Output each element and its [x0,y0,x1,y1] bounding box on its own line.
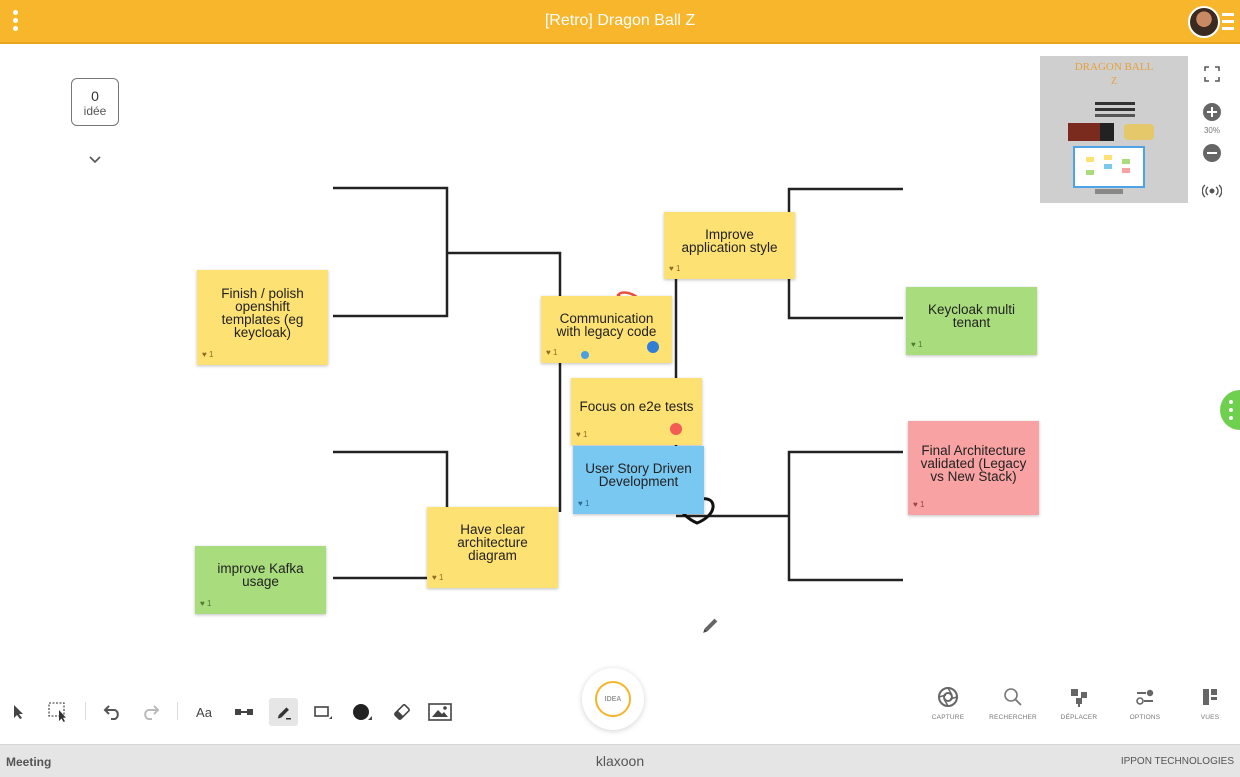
pencil-cursor-icon [703,618,718,633]
like-count: ♥ 1 [913,500,925,509]
undo-icon[interactable] [98,698,126,726]
move-icon [1071,689,1087,707]
svg-text:Z: Z [1111,76,1117,87]
sticky-note[interactable]: Final Architecture validated (Legacy vs … [908,421,1039,515]
search-icon [1004,688,1022,706]
fullscreen-icon[interactable] [1198,60,1226,88]
klaxoon-logo: klaxoon [595,753,645,769]
image-icon[interactable] [426,698,454,726]
sticky-note[interactable]: improve Kafka usage ♥ 1 [195,546,326,614]
capture-button[interactable]: CAPTURE [918,686,978,721]
text-tool[interactable]: Aa [190,698,218,726]
views-icon [1203,689,1217,705]
minimap[interactable]: DRAGON BALL Z [1040,56,1188,203]
eraser-icon[interactable] [388,698,416,726]
sticky-note[interactable]: Communication with legacy code ♥ 1 [541,296,672,363]
footer-bar: Meeting klaxoon IPPON TECHNOLOGIES [0,744,1240,777]
search-button[interactable]: RECHERCHER [983,686,1043,721]
like-count: ♥ 1 [202,350,214,359]
sticky-note[interactable]: Keycloak multi tenant ♥ 1 [906,287,1037,355]
like-count: ♥ 1 [432,573,444,582]
move-button[interactable]: DÉPLACER [1049,686,1109,721]
like-count: ♥ 1 [546,348,558,357]
svg-text:DRAGON BALL: DRAGON BALL [1075,61,1154,73]
views-button[interactable]: VUES [1180,686,1240,721]
zoom-in-icon[interactable] [1198,98,1226,126]
color-picker-icon[interactable] [348,698,376,726]
sticky-note[interactable]: User Story Driven Development ♥ 1 [573,446,704,514]
like-count: ♥ 1 [578,499,590,508]
add-idea-button[interactable]: IDEA [582,668,644,730]
zoom-level: 30% [1203,126,1220,135]
pencil-icon[interactable] [269,698,298,726]
toolbar-divider [177,702,178,720]
like-count: ♥ 1 [200,599,212,608]
idea-button-label: IDEA [604,695,622,703]
toolbar-divider [85,702,86,720]
like-count: ♥ 1 [669,264,681,273]
sticky-note[interactable]: Improve application style ♥ 1 [664,212,795,279]
options-button[interactable]: OPTIONS [1115,686,1175,721]
rectangle-icon[interactable] [309,698,337,726]
options-icon [1136,689,1154,705]
klaxoon-board-app: [Retro] Dragon Ball Z 0 idée Finish / po… [0,0,1240,777]
select-pointer-icon[interactable] [4,698,32,726]
company-name: IPPON TECHNOLOGIES [1120,756,1234,767]
redo-icon[interactable] [137,698,165,726]
broadcast-icon[interactable] [1198,177,1226,205]
area-select-icon[interactable] [44,698,72,726]
aperture-icon [938,687,958,707]
zoom-out-icon[interactable] [1198,139,1226,167]
sticky-note[interactable]: Finish / polish openshift templates (eg … [197,270,328,365]
sticky-note[interactable]: Have clear architecture diagram ♥ 1 [427,507,558,588]
sticky-note[interactable]: Focus on e2e tests ♥ 1 [571,378,702,445]
like-count: ♥ 1 [911,340,923,349]
connector-icon[interactable] [230,698,258,726]
like-count: ♥ 1 [576,430,588,439]
